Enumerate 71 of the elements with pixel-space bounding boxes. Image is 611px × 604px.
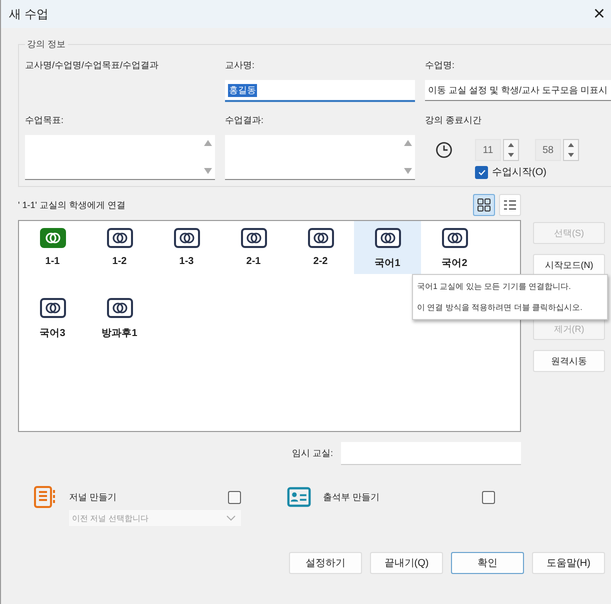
result-field[interactable] [225,135,415,180]
classroom-icon [240,228,266,248]
side-button[interactable]: 원격시동 [533,350,605,372]
classroom-icon [106,228,132,248]
dialog-button[interactable]: 확인 [451,552,524,574]
tooltip-text: 국어1 교실에 있는 모든 기기를 연결합니다. [417,281,572,292]
classroom-name: 1-2 [112,256,127,267]
scroll-up-icon[interactable] [204,140,212,146]
classroom-name: 1-1 [45,256,60,267]
grid-view-button[interactable] [473,194,495,216]
classroom-icon [442,228,468,248]
result-label: 수업결과: [225,114,265,127]
classroom-item[interactable]: 국어2 [421,221,488,274]
temp-classroom-label: 임시 교실: [292,447,333,460]
connect-label: ' 1-1' 교실의 학생에게 연결 [18,198,126,212]
dialog-button[interactable]: 도움말(H) [532,552,605,574]
classroom-name: 1-3 [179,256,194,267]
scroll-up-icon[interactable] [404,140,412,146]
attendance-label: 출석부 만들기 [323,491,380,504]
teacher-field[interactable]: 홍길동 [225,80,415,102]
journal-checkbox[interactable] [228,491,241,504]
classroom-icon [40,228,66,248]
id-card-icon [287,485,311,509]
classroom-name: 2-1 [246,256,261,267]
classroom-icon [374,228,400,248]
side-button[interactable]: 시작모드(N) [533,254,605,276]
classroom-name: 국어1 [374,257,400,270]
scroll-down-icon[interactable] [204,168,212,174]
classroom-name: 국어2 [442,257,468,270]
close-button[interactable]: × [591,4,607,24]
classroom-name: 방과후1 [102,327,138,340]
list-icon [503,198,517,212]
classroom-icon [40,298,66,318]
classroom-icon [106,298,132,318]
start-class-label: 수업시작(O) [492,166,546,179]
classroom-name: 2-2 [313,256,328,267]
tooltip-text: 이 연결 방식을 적용하려면 더블 클릭하십시오. [417,302,584,313]
grid-icon [477,198,491,212]
classroom-name: 국어3 [40,327,66,340]
dialog-button[interactable]: 설정하기 [289,552,362,574]
classroom-item[interactable]: 1-2 [86,221,153,274]
clock-icon [435,141,453,159]
window-title: 새 수업 [9,6,48,22]
classroom-icon [174,228,200,248]
journal-label: 저널 만들기 [69,491,117,504]
class-name-label: 수업명: [425,59,456,72]
end-time-label: 강의 종료시간 [425,114,483,127]
classroom-item[interactable]: 2-1 [220,221,287,274]
classroom-item[interactable]: 국어1 [354,221,421,274]
chevron-down-icon [226,515,236,521]
scroll-down-icon[interactable] [404,168,412,174]
classroom-item[interactable]: 국어3 [19,291,86,344]
summary-label: 교사명/수업명/수업목표/수업결과 [25,59,160,72]
teacher-label: 교사명: [225,59,256,72]
temp-classroom-field[interactable] [341,442,521,465]
start-class-checkbox[interactable] [475,166,488,178]
dialog-button[interactable]: 끝내기(Q) [370,552,443,574]
notebook-icon [33,485,57,509]
group-legend: 강의 정보 [25,38,68,51]
teacher-value: 홍길동 [228,84,257,96]
attendance-checkbox[interactable] [482,491,495,504]
classroom-item[interactable]: 2-2 [287,221,354,274]
classroom-item[interactable]: 방과후1 [86,291,153,344]
classroom-item[interactable]: 1-3 [153,221,220,274]
class-name-field[interactable]: 이동 교실 설정 및 학생/교사 도구모음 미표시 [425,80,611,101]
list-view-button[interactable] [499,194,521,216]
classroom-icon [308,228,334,248]
check-icon [476,167,486,177]
classroom-item[interactable]: 1-1 [19,221,86,274]
goal-label: 수업목표: [25,114,65,127]
goal-field[interactable] [25,135,215,180]
